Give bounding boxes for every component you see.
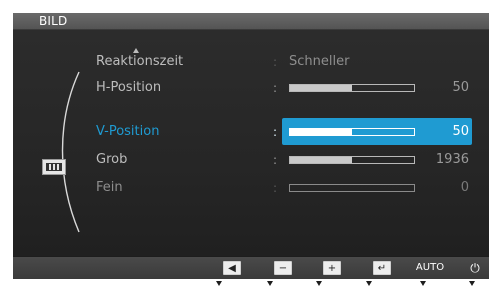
plus-icon: + <box>327 263 337 274</box>
menu-item-colon: : <box>273 125 278 139</box>
pointer-arrow-icon <box>216 281 222 286</box>
menu-panel: Reaktionszeit : Schneller H-Position : 5… <box>13 30 489 256</box>
minus-button[interactable]: − <box>274 261 292 275</box>
menu-item-label: V-Position <box>96 124 160 139</box>
arrow-left-icon: ◀ <box>228 263 236 274</box>
grob-slider[interactable] <box>289 156 415 164</box>
power-icon: ⏻ <box>470 261 480 275</box>
slider-fill <box>290 157 352 163</box>
slider-fill <box>290 129 352 135</box>
menu-item-value: 50 <box>452 80 469 95</box>
menu-item-reaktionszeit[interactable]: Reaktionszeit : Schneller <box>13 52 489 72</box>
menu-item-label: Fein <box>96 180 123 195</box>
osd-window: BILD Reaktionszeit : Schneller H-Positio… <box>13 13 489 279</box>
enter-button[interactable]: ↵ <box>373 261 391 275</box>
osd-title: BILD <box>39 14 68 28</box>
menu-item-fein[interactable]: Fein : 0 <box>13 178 489 198</box>
pointer-arrow-icon <box>267 281 273 286</box>
pointer-arrow-icon <box>316 281 322 286</box>
menu-item-label: H-Position <box>96 80 162 95</box>
menu-item-value: 50 <box>452 124 469 139</box>
menu-item-h-position[interactable]: H-Position : 50 <box>13 78 489 98</box>
plus-button[interactable]: + <box>323 261 341 275</box>
menu-item-colon: : <box>273 81 278 95</box>
enter-icon: ↵ <box>377 263 387 274</box>
menu-item-v-position[interactable]: V-Position : 50 <box>13 122 489 142</box>
slider-fill <box>290 85 352 91</box>
menu-item-label: Reaktionszeit <box>96 54 184 69</box>
menu-item-colon: : <box>273 153 278 167</box>
menu-item-colon: : <box>273 55 278 69</box>
title-bar: BILD <box>13 13 489 30</box>
v-position-slider[interactable] <box>289 128 415 136</box>
menu-item-value: 0 <box>460 180 469 195</box>
menu-item-value: Schneller <box>289 54 350 69</box>
fein-slider[interactable] <box>289 184 415 192</box>
menu-item-value: 1936 <box>435 152 469 167</box>
menu-item-colon: : <box>273 181 278 195</box>
minus-icon: − <box>278 263 288 274</box>
button-bar: ◀ − + ↵ AUTO ⏻ <box>13 257 489 279</box>
left-button[interactable]: ◀ <box>223 261 241 275</box>
h-position-slider[interactable] <box>289 84 415 92</box>
pointer-arrow-icon <box>420 281 426 286</box>
pointer-arrow-icon <box>469 281 475 286</box>
menu-item-label: Grob <box>96 152 128 167</box>
power-button[interactable]: ⏻ <box>466 261 484 275</box>
pointer-arrow-icon <box>366 281 372 286</box>
auto-button[interactable]: AUTO <box>414 261 446 275</box>
menu-item-grob[interactable]: Grob : 1936 <box>13 150 489 170</box>
